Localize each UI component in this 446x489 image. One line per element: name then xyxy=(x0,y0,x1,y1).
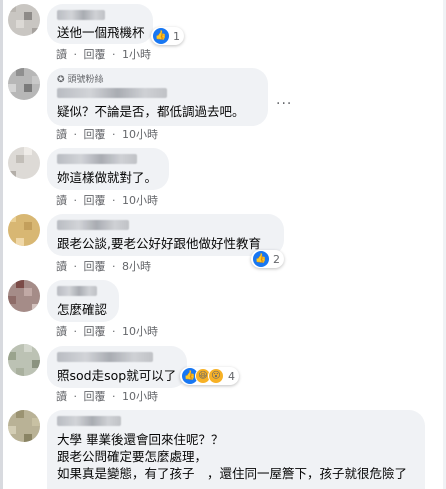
comment-actions: 讀 · 回覆 · 1小時 xyxy=(56,48,151,61)
commenter-name-blurred[interactable] xyxy=(57,88,167,98)
comment-bubble: 送他一個飛機杯 xyxy=(47,4,153,44)
comment-text: 怎麼確認 xyxy=(57,302,108,317)
reaction-summary[interactable]: 👍 2 xyxy=(251,250,284,268)
read-link[interactable]: 讀 xyxy=(56,48,67,61)
thread-line xyxy=(0,0,3,489)
comment-text-line: 跟老公問確定要怎麼處理， xyxy=(57,449,208,464)
comment-bubble: 大學 畢業後還會回來住呢？？ 跟老公問確定要怎麼處理， 如果真是變態，有了孩子 … xyxy=(47,410,425,489)
reply-link[interactable]: 回覆 xyxy=(84,48,106,61)
comment-actions: 讀 · 回覆 · 8小時 xyxy=(56,260,151,273)
read-link[interactable]: 讀 xyxy=(56,390,67,403)
comment-bubble: ✪ 頭號粉絲 疑似？不論是否，都低調過去吧。 xyxy=(47,68,268,126)
comment-text: 送他一個飛機杯 xyxy=(57,25,145,40)
read-link[interactable]: 讀 xyxy=(56,128,67,141)
timestamp[interactable]: 10小時 xyxy=(122,194,158,207)
comment-section: 送他一個飛機杯 👍 1 讀 · 回覆 · 1小時 ✪ 頭號粉絲 疑似？不論是否，… xyxy=(0,0,446,489)
avatar[interactable] xyxy=(8,410,40,442)
avatar[interactable] xyxy=(8,214,40,246)
reply-link[interactable]: 回覆 xyxy=(84,390,106,403)
reply-link[interactable]: 回覆 xyxy=(84,128,106,141)
comment-text: 跟老公談,要老公好好跟他做好性教育 xyxy=(57,236,261,251)
badge-icon: ✪ xyxy=(57,75,65,85)
timestamp[interactable]: 1小時 xyxy=(122,48,151,61)
comment-bubble: 照sod走sop就可以了 xyxy=(47,346,187,388)
comment-text: 妳這樣做就對了。 xyxy=(57,170,158,185)
more-horizontal-icon[interactable]: ··· xyxy=(276,96,292,112)
commenter-name-blurred[interactable] xyxy=(57,220,129,230)
reaction-summary[interactable]: 👍 1 xyxy=(151,27,184,45)
commenter-name-blurred[interactable] xyxy=(57,416,121,426)
avatar[interactable] xyxy=(8,4,40,36)
reaction-count: 1 xyxy=(173,29,180,43)
commenter-name-blurred[interactable] xyxy=(57,10,105,20)
comment-actions: 讀 · 回覆 · 10小時 xyxy=(56,325,158,338)
reply-link[interactable]: 回覆 xyxy=(84,194,106,207)
reaction-count: 2 xyxy=(273,252,280,266)
comment-actions: 讀 · 回覆 · 10小時 xyxy=(56,128,158,141)
comment-bubble: 跟老公談,要老公好好跟他做好性教育 xyxy=(47,214,284,256)
reply-link[interactable]: 回覆 xyxy=(84,325,106,338)
comment-actions: 讀 · 回覆 · 10小時 xyxy=(56,390,158,403)
top-fan-badge: ✪ 頭號粉絲 xyxy=(57,75,104,85)
commenter-name-blurred[interactable] xyxy=(57,352,153,362)
wow-icon: 😮 xyxy=(208,368,224,384)
read-link[interactable]: 讀 xyxy=(56,194,67,207)
reaction-summary[interactable]: 👍 😆 😮 4 xyxy=(180,367,239,385)
reply-link[interactable]: 回覆 xyxy=(84,260,106,273)
like-icon: 👍 xyxy=(253,251,269,267)
reaction-count: 4 xyxy=(228,369,235,383)
read-link[interactable]: 讀 xyxy=(56,260,67,273)
avatar[interactable] xyxy=(8,344,40,376)
timestamp[interactable]: 10小時 xyxy=(122,128,158,141)
comment-text: 照sod走sop就可以了 xyxy=(57,368,177,383)
avatar[interactable] xyxy=(8,147,40,179)
comment-text-line: 大學 畢業後還會回來住呢？？ xyxy=(57,432,224,447)
comment-text-line: 如果真是變態，有了孩子 ，還住同一屋簷下，孩子就很危險了 xyxy=(57,466,408,481)
timestamp[interactable]: 8小時 xyxy=(122,260,151,273)
like-icon: 👍 xyxy=(153,28,169,44)
comment-bubble: 妳這樣做就對了。 xyxy=(47,148,169,190)
comment-text: 疑似？不論是否，都低調過去吧。 xyxy=(57,104,245,119)
timestamp[interactable]: 10小時 xyxy=(122,390,158,403)
comment-bubble: 怎麼確認 xyxy=(47,280,119,322)
comment-actions: 讀 · 回覆 · 10小時 xyxy=(56,194,158,207)
commenter-name-blurred[interactable] xyxy=(57,154,137,164)
avatar[interactable] xyxy=(8,280,40,312)
commenter-name-blurred[interactable] xyxy=(57,286,97,296)
timestamp[interactable]: 10小時 xyxy=(122,325,158,338)
avatar[interactable] xyxy=(8,68,40,100)
read-link[interactable]: 讀 xyxy=(56,325,67,338)
